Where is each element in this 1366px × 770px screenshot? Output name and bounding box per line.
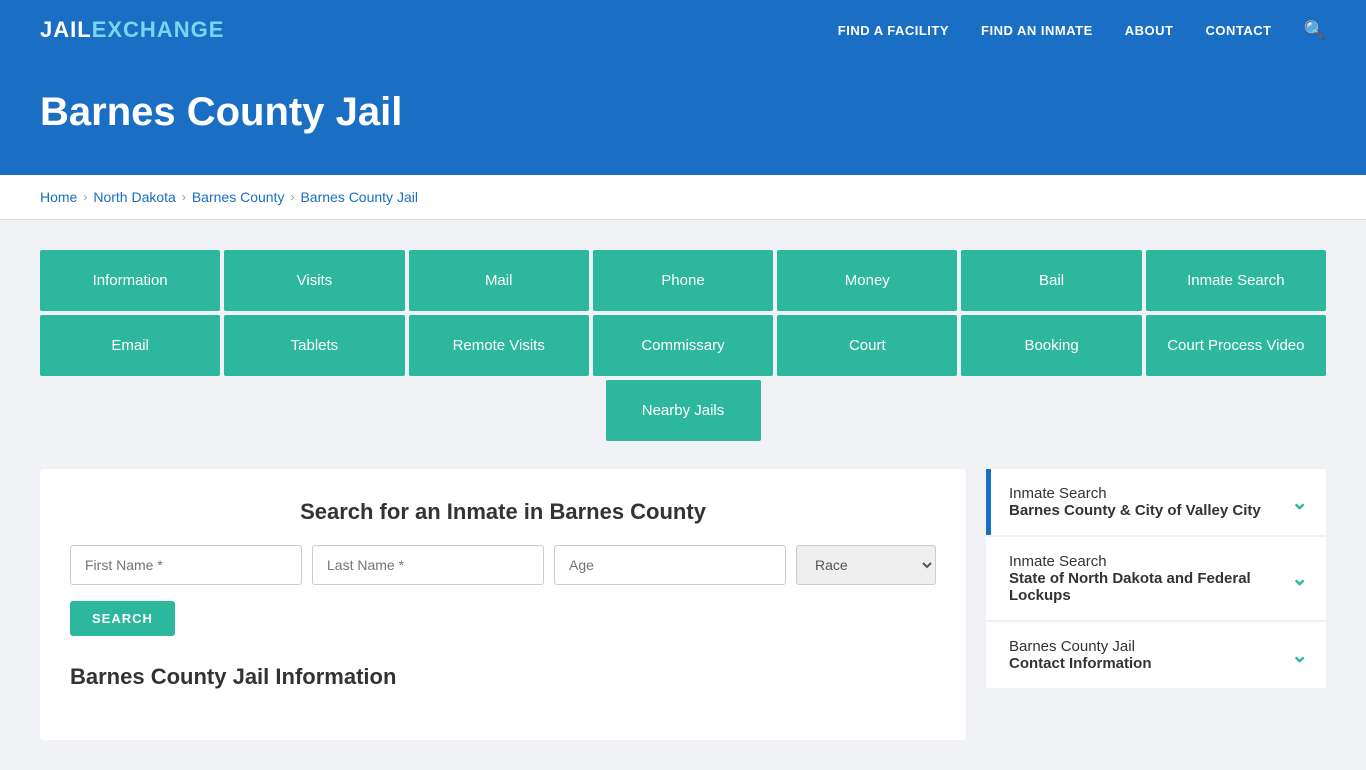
btn-visits[interactable]: Visits	[224, 250, 404, 311]
btn-money[interactable]: Money	[777, 250, 957, 311]
sidebar-sub-3: Contact Information	[1009, 655, 1152, 672]
site-logo[interactable]: JAILEXCHANGE	[40, 17, 224, 43]
breadcrumb-barnes[interactable]: Barnes County	[192, 189, 285, 205]
sidebar-label-3: Barnes County Jail	[1009, 638, 1152, 655]
button-grid-row2: Email Tablets Remote Visits Commissary C…	[40, 315, 1326, 376]
sidebar-label-1: Inmate Search	[1009, 485, 1261, 502]
button-grid-row3: Nearby Jails	[40, 380, 1326, 441]
main-content-panel: Search for an Inmate in Barnes County Ra…	[40, 469, 966, 740]
site-header: JAILEXCHANGE FIND A FACILITY FIND AN INM…	[0, 0, 1366, 60]
btn-court[interactable]: Court	[777, 315, 957, 376]
breadcrumb-bar: Home › North Dakota › Barnes County › Ba…	[0, 175, 1366, 220]
nav-find-inmate[interactable]: FIND AN INMATE	[981, 23, 1093, 38]
first-name-input[interactable]	[70, 545, 302, 585]
last-name-input[interactable]	[312, 545, 544, 585]
button-grid-row1: Information Visits Mail Phone Money Bail…	[40, 250, 1326, 311]
btn-nearby-jails[interactable]: Nearby Jails	[606, 380, 761, 441]
btn-court-process-video[interactable]: Court Process Video	[1146, 315, 1326, 376]
btn-inmate-search[interactable]: Inmate Search	[1146, 250, 1326, 311]
btn-email[interactable]: Email	[40, 315, 220, 376]
btn-mail[interactable]: Mail	[409, 250, 589, 311]
logo-exchange-text: EXCHANGE	[92, 17, 225, 43]
hero-section: Barnes County Jail	[0, 60, 1366, 175]
chevron-down-icon-1: ⌄	[1291, 490, 1308, 515]
page-title: Barnes County Jail	[40, 90, 1326, 135]
inmate-search-title: Search for an Inmate in Barnes County	[70, 499, 936, 525]
nav-about[interactable]: ABOUT	[1125, 23, 1174, 38]
breadcrumb-nd[interactable]: North Dakota	[93, 189, 175, 205]
search-button[interactable]: SEARCH	[70, 601, 175, 636]
btn-remote-visits[interactable]: Remote Visits	[409, 315, 589, 376]
age-input[interactable]	[554, 545, 786, 585]
jail-info-title: Barnes County Jail Information	[70, 664, 936, 690]
btn-booking[interactable]: Booking	[961, 315, 1141, 376]
breadcrumb: Home › North Dakota › Barnes County › Ba…	[40, 189, 1326, 205]
btn-tablets[interactable]: Tablets	[224, 315, 404, 376]
btn-phone[interactable]: Phone	[593, 250, 773, 311]
nav-find-facility[interactable]: FIND A FACILITY	[838, 23, 949, 38]
btn-information[interactable]: Information	[40, 250, 220, 311]
breadcrumb-sep-3: ›	[290, 190, 294, 204]
sidebar-item-inmate-search-state[interactable]: Inmate Search State of North Dakota and …	[986, 537, 1326, 620]
sidebar-item-inmate-search-county[interactable]: Inmate Search Barnes County & City of Va…	[986, 469, 1326, 535]
race-select[interactable]: Race White Black Hispanic Asian Other	[796, 545, 936, 585]
sidebar-item-contact-info[interactable]: Barnes County Jail Contact Information ⌄	[986, 622, 1326, 688]
inmate-search-form: Race White Black Hispanic Asian Other	[70, 545, 936, 585]
chevron-down-icon-2: ⌄	[1291, 566, 1308, 591]
breadcrumb-jail[interactable]: Barnes County Jail	[300, 189, 418, 205]
nav-contact[interactable]: CONTACT	[1205, 23, 1271, 38]
logo-jail-text: JAIL	[40, 17, 92, 43]
main-layout: Search for an Inmate in Barnes County Ra…	[40, 469, 1326, 740]
btn-commissary[interactable]: Commissary	[593, 315, 773, 376]
chevron-down-icon-3: ⌄	[1291, 643, 1308, 668]
breadcrumb-sep-1: ›	[83, 190, 87, 204]
breadcrumb-sep-2: ›	[182, 190, 186, 204]
content-area: Information Visits Mail Phone Money Bail…	[0, 220, 1366, 770]
sidebar-sub-1: Barnes County & City of Valley City	[1009, 502, 1261, 519]
sidebar-sub-2: State of North Dakota and Federal Lockup…	[1009, 570, 1291, 604]
breadcrumb-home[interactable]: Home	[40, 189, 77, 205]
search-icon[interactable]: 🔍	[1304, 20, 1326, 41]
sidebar: Inmate Search Barnes County & City of Va…	[986, 469, 1326, 688]
btn-bail[interactable]: Bail	[961, 250, 1141, 311]
main-nav: FIND A FACILITY FIND AN INMATE ABOUT CON…	[838, 20, 1326, 41]
sidebar-label-2: Inmate Search	[1009, 553, 1291, 570]
